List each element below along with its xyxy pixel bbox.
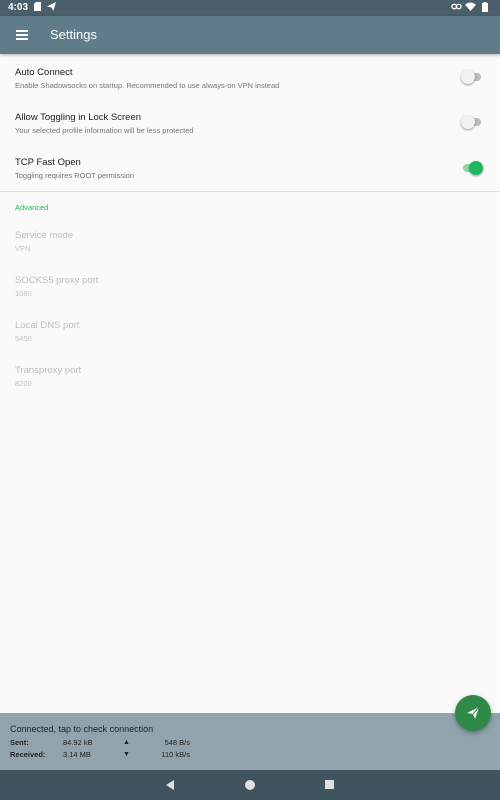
page-title: Settings: [50, 27, 97, 42]
section-divider: [0, 191, 500, 192]
wifi-icon: [465, 2, 476, 14]
status-time: 4:03: [8, 2, 29, 13]
lock-screen-title: Allow Toggling in Lock Screen: [15, 112, 142, 123]
connection-status: Connected, tap to check connection: [10, 724, 154, 734]
service-mode-value: VPN: [15, 244, 31, 253]
sent-rate: 548 B/s: [164, 738, 190, 747]
transproxy-port-title: Transproxy port: [15, 365, 82, 376]
local-dns-port-preference[interactable]: Local DNS port 5450: [0, 308, 500, 353]
back-icon: [166, 780, 174, 790]
socks5-port-value: 1080: [15, 289, 32, 298]
send-icon: [47, 2, 56, 14]
system-nav-bar: [0, 770, 500, 800]
tcp-fast-open-preference[interactable]: TCP Fast Open Toggling requires ROOT per…: [0, 145, 500, 190]
connection-stats-bar[interactable]: Connected, tap to check connection Sent:…: [0, 713, 500, 770]
sent-total: 84.92 kB: [63, 738, 93, 747]
service-mode-preference[interactable]: Service mode VPN: [0, 218, 500, 263]
menu-icon[interactable]: [13, 26, 33, 44]
toolbar: Settings: [0, 16, 500, 54]
back-button[interactable]: [155, 770, 185, 800]
home-button[interactable]: [235, 770, 265, 800]
auto-connect-preference[interactable]: Auto Connect Enable Shadowsocks on start…: [0, 55, 500, 100]
lock-screen-summary: Your selected profile information will b…: [15, 126, 194, 135]
service-mode-title: Service mode: [15, 230, 74, 241]
download-arrow-icon: ▼: [123, 751, 130, 758]
connect-fab-button[interactable]: [455, 695, 491, 731]
sd-card-icon: [34, 2, 41, 14]
home-icon: [245, 780, 255, 790]
transproxy-port-value: 8200: [15, 379, 32, 388]
auto-connect-summary: Enable Shadowsocks on startup. Recommend…: [15, 81, 280, 90]
socks5-port-title: SOCKS5 proxy port: [15, 275, 99, 286]
received-total: 3.14 MB: [63, 750, 91, 759]
battery-icon: [482, 2, 488, 15]
recents-icon: [325, 780, 334, 789]
upload-arrow-icon: ▲: [123, 739, 130, 746]
auto-connect-switch[interactable]: [461, 70, 483, 84]
local-dns-port-title: Local DNS port: [15, 320, 80, 331]
received-rate: 110 kB/s: [161, 750, 190, 759]
advanced-category-header: Advanced: [15, 203, 49, 212]
send-icon: [467, 706, 480, 719]
received-label: Received:: [10, 750, 46, 759]
lock-screen-preference[interactable]: Allow Toggling in Lock Screen Your selec…: [0, 100, 500, 145]
status-bar: 4:03: [0, 0, 500, 16]
transproxy-port-preference[interactable]: Transproxy port 8200: [0, 353, 500, 398]
tcp-fast-open-summary: Toggling requires ROOT permission: [15, 171, 135, 180]
socks5-port-preference[interactable]: SOCKS5 proxy port 1080: [0, 263, 500, 308]
auto-connect-title: Auto Connect: [15, 67, 73, 78]
sent-label: Sent:: [10, 738, 29, 747]
vpn-key-icon: [451, 2, 462, 14]
tcp-fast-open-switch[interactable]: [461, 161, 483, 175]
lock-screen-switch[interactable]: [461, 115, 483, 129]
local-dns-port-value: 5450: [15, 334, 32, 343]
tcp-fast-open-title: TCP Fast Open: [15, 157, 81, 168]
recents-button[interactable]: [315, 770, 345, 800]
